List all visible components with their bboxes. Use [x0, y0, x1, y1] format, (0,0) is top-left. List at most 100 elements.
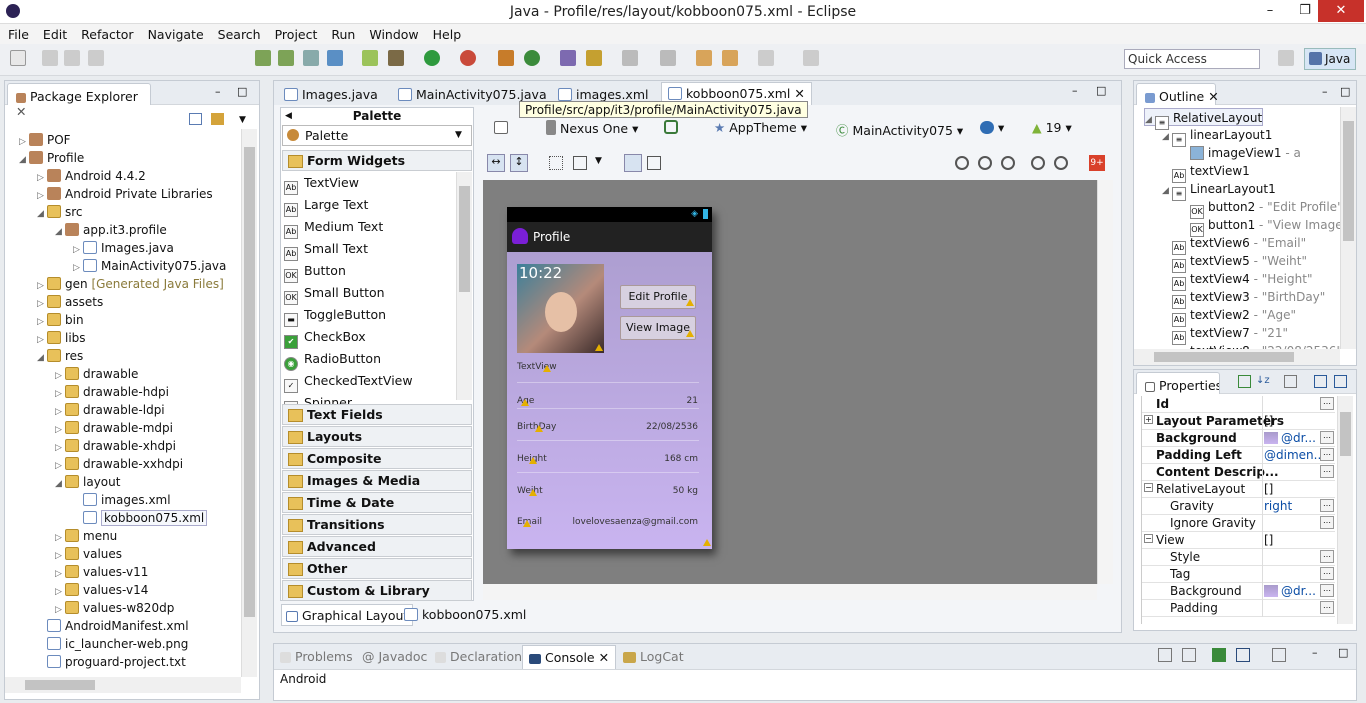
minimize-button[interactable]: – — [1255, 0, 1285, 22]
run-external-icon[interactable] — [460, 50, 476, 66]
dropdown-icon[interactable]: ▼ — [595, 156, 602, 166]
tree-item[interactable]: ▷ values — [55, 545, 122, 563]
package-explorer-tab[interactable]: Package Explorer ✕ — [7, 83, 151, 119]
link-editor-icon[interactable] — [211, 113, 224, 125]
tree-item[interactable]: ◢ src — [37, 203, 83, 221]
edit-value-button[interactable]: … — [1320, 601, 1334, 614]
outline-item[interactable]: Ab textView7 - "21" — [1162, 324, 1288, 345]
widget-medium-text[interactable]: Ab Medium Text — [284, 216, 383, 239]
category-form-widgets[interactable]: Form Widgets — [282, 150, 472, 171]
menu-help[interactable]: Help — [433, 27, 462, 42]
advanced-icon[interactable] — [1284, 375, 1297, 388]
edit-value-button[interactable]: … — [1320, 448, 1334, 461]
property-row[interactable]: Content Descrip...… — [1142, 464, 1335, 481]
palette-scrollbar[interactable] — [456, 172, 472, 400]
close-tab-icon[interactable]: ✕ — [794, 86, 804, 101]
menu-file[interactable]: File — [8, 27, 29, 42]
property-row[interactable]: − RelativeLayout [] — [1142, 481, 1335, 498]
outline-vscroll-thumb[interactable] — [1343, 121, 1354, 241]
outline-item[interactable]: Ab textView2 - "Age" — [1162, 306, 1296, 327]
next-annotation-icon[interactable] — [660, 50, 676, 66]
widget-small-text[interactable]: Ab Small Text — [284, 238, 368, 261]
console-clear-icon[interactable] — [1158, 648, 1172, 662]
open-type-icon[interactable] — [560, 50, 576, 66]
palette-scroll-thumb[interactable] — [459, 186, 470, 292]
activity-dropdown[interactable]: Ⓒ MainActivity075 ▾ — [836, 120, 963, 139]
tree-item[interactable]: ▷ values-v14 — [55, 581, 148, 599]
new-android-icon[interactable] — [362, 50, 378, 66]
new-java-project-icon[interactable] — [498, 50, 514, 66]
lint-icon[interactable] — [303, 50, 319, 66]
category-advanced[interactable]: Advanced — [282, 536, 472, 557]
edit-value-button[interactable]: … — [1320, 516, 1334, 529]
tree-item[interactable]: ▷ libs — [37, 329, 86, 347]
property-row[interactable]: Background @dr...… — [1142, 430, 1335, 447]
property-row[interactable]: Id… — [1142, 396, 1335, 413]
outline-item[interactable]: Ab textView6 - "Email" — [1162, 234, 1306, 255]
package-explorer-vscroll-thumb[interactable] — [244, 147, 255, 617]
tree-item[interactable]: ▷ Android 4.4.2 — [37, 167, 146, 185]
category-custom-library-views[interactable]: Custom & Library Views — [282, 580, 472, 617]
package-explorer-vscrollbar[interactable] — [241, 129, 257, 677]
menu-run[interactable]: Run — [331, 27, 355, 42]
widget-togglebutton[interactable]: ▬ ToggleButton — [284, 304, 386, 327]
search-icon[interactable] — [586, 50, 602, 66]
tree-item[interactable]: ▷ drawable-ldpi — [55, 401, 165, 419]
outline-vscrollbar[interactable] — [1340, 107, 1356, 349]
javadoc-tab[interactable]: @ Javadoc — [362, 649, 427, 664]
property-row[interactable]: Gravity right… — [1142, 498, 1335, 515]
declaration-tab[interactable]: Declaration — [435, 649, 522, 664]
category-layouts[interactable]: Layouts — [282, 426, 472, 447]
widget-radiobutton[interactable]: ◉ RadioButton — [284, 348, 381, 371]
tree-item[interactable]: ▷ drawable-hdpi — [55, 383, 169, 401]
collapse-icon[interactable]: − — [1144, 534, 1153, 543]
tab-images-java[interactable]: Images.java — [278, 84, 384, 104]
back-icon[interactable] — [722, 50, 738, 66]
outline-item[interactable]: ◢ ≡ linearLayout1 — [1162, 126, 1272, 147]
expanded-arrow-icon[interactable]: ◢ — [1162, 182, 1172, 200]
editor-minimize-icon[interactable]: – — [1072, 84, 1078, 97]
canvas-vscrollbar[interactable] — [1097, 180, 1113, 584]
close-tab-icon[interactable]: ✕ — [1208, 89, 1218, 104]
tree-item[interactable]: ▷ bin — [37, 311, 84, 329]
expanded-arrow-icon[interactable]: ◢ — [37, 205, 47, 223]
tree-item[interactable]: ▷ MainActivity075.java — [73, 257, 226, 275]
check-icon[interactable] — [327, 50, 343, 66]
tree-item[interactable]: ic_launcher-web.png — [37, 635, 188, 653]
category-transitions[interactable]: Transitions — [282, 514, 472, 535]
outline-hscroll-thumb[interactable] — [1154, 352, 1294, 362]
save-icon[interactable] — [42, 50, 58, 66]
category-other[interactable]: Other — [282, 558, 472, 579]
outline-item[interactable]: AbtextView8 - "22/08/2536" — [1162, 342, 1340, 349]
tree-item[interactable]: ▷ gen [Generated Java Files] — [37, 275, 224, 293]
package-explorer-hscrollbar[interactable] — [5, 677, 241, 693]
menu-project[interactable]: Project — [275, 27, 318, 42]
console-maximize-icon[interactable]: □ — [1338, 646, 1348, 659]
locale-dropdown[interactable]: ▾ — [980, 120, 1004, 135]
zoom-out-icon[interactable] — [1031, 156, 1045, 170]
outline-item[interactable]: Ab textView1 — [1162, 162, 1250, 183]
save-all-icon[interactable] — [64, 50, 80, 66]
outline-item[interactable]: ◢ ≡ LinearLayout1 — [1162, 180, 1276, 201]
scroll-lock-icon[interactable] — [1182, 648, 1196, 662]
close-button[interactable]: ✕ — [1318, 0, 1364, 22]
expanded-arrow-icon[interactable]: ◢ — [19, 151, 29, 169]
tree-item[interactable]: ▷ Images.java — [73, 239, 174, 257]
palette-dropdown[interactable]: Palette ▼ — [282, 125, 472, 146]
quick-access-input[interactable]: Quick Access — [1124, 49, 1260, 69]
menu-refactor[interactable]: Refactor — [81, 27, 133, 42]
outline-item[interactable]: OK button1 - "View Image — [1180, 216, 1340, 237]
sdk-manager-icon[interactable] — [255, 50, 271, 66]
graphical-layout-tab[interactable]: Graphical Layout — [281, 604, 414, 626]
margins-icon[interactable] — [549, 156, 563, 170]
collapse-all-icon[interactable] — [1334, 375, 1347, 388]
lint-warnings-badge[interactable]: 9+ — [1089, 155, 1105, 171]
properties-tab[interactable]: Properties — [1136, 372, 1220, 394]
orientation-icon[interactable] — [664, 120, 678, 134]
last-edit-icon[interactable] — [696, 50, 712, 66]
filter-icon[interactable] — [1238, 375, 1251, 388]
property-row[interactable]: Background @dr...… — [1142, 583, 1335, 600]
api-dropdown[interactable]: ▲ 19 ▾ — [1032, 120, 1072, 135]
pin-console-icon[interactable] — [1212, 648, 1226, 662]
fill-width-icon[interactable]: ↔ — [487, 154, 505, 172]
